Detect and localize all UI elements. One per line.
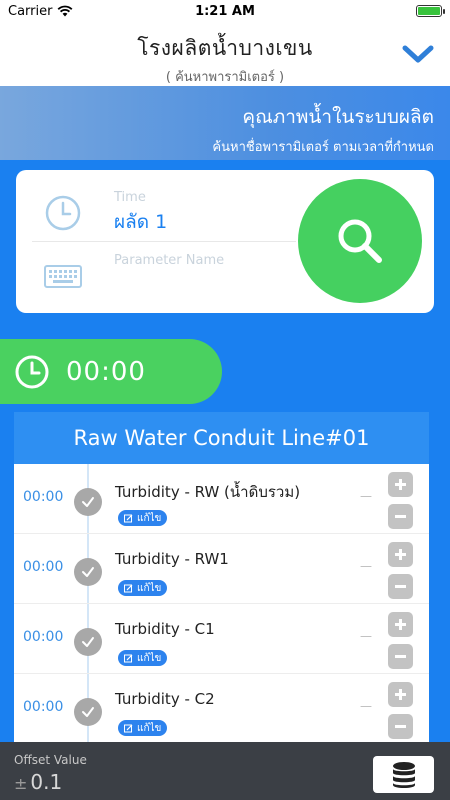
section-subtitle: ค้นหาชื่อพารามิเตอร์ ตามเวลาที่กำหนด: [212, 140, 434, 155]
item-value: —: [360, 629, 372, 643]
minus-icon: [395, 585, 406, 588]
edit-label: แก้ไข: [137, 722, 162, 734]
chevron-down-icon[interactable]: [400, 38, 436, 70]
item-value: —: [360, 559, 372, 573]
carrier-label: Carrier: [8, 3, 53, 19]
edit-button[interactable]: แก้ไข: [118, 650, 168, 666]
plus-icon: [395, 549, 406, 560]
edit-label: แก้ไข: [137, 512, 162, 524]
search-button[interactable]: [298, 179, 422, 303]
wifi-icon: [58, 5, 73, 17]
time-selector[interactable]: 00:00: [0, 339, 222, 404]
parameter-list-card: Raw Water Conduit Line#01 00:00 Turbidit…: [14, 412, 429, 752]
plus-icon: [395, 619, 406, 630]
check-icon: [74, 698, 102, 726]
check-icon: [74, 558, 102, 586]
page-title: โรงผลิตน้ำบางเขน: [137, 36, 313, 60]
database-icon: [392, 761, 415, 788]
clock-icon: [15, 355, 49, 388]
edit-button[interactable]: แก้ไข: [118, 580, 168, 596]
offset-value-field[interactable]: ± 0.1: [14, 770, 62, 794]
increment-button[interactable]: [388, 612, 413, 637]
item-name: Turbidity - C2: [115, 690, 215, 708]
keyboard-icon: [44, 265, 82, 288]
plus-icon: [395, 479, 406, 490]
check-icon: [74, 628, 102, 656]
increment-button[interactable]: [388, 542, 413, 567]
plus-minus-sign: ±: [14, 774, 28, 793]
item-time: 00:00: [23, 699, 64, 715]
list-item[interactable]: 00:00 Turbidity - C1 แก้ไข —: [14, 604, 429, 674]
battery-fill: [418, 7, 440, 15]
minus-icon: [395, 655, 406, 658]
minus-icon: [395, 725, 406, 728]
list-item[interactable]: 00:00 Turbidity - C2 แก้ไข —: [14, 674, 429, 744]
edit-button[interactable]: แก้ไข: [118, 510, 168, 526]
bottom-bar: Offset Value ± 0.1: [0, 742, 450, 800]
section-band: คุณภาพน้ำในระบบผลิต ค้นหาชื่อพารามิเตอร์…: [0, 86, 450, 160]
parameter-field[interactable]: Parameter Name: [32, 245, 296, 305]
item-name: Turbidity - RW (น้ำดิบรวม): [115, 483, 301, 501]
item-value: —: [360, 489, 372, 503]
list-item[interactable]: 00:00 Turbidity - RW1 แก้ไข —: [14, 534, 429, 604]
item-time: 00:00: [23, 489, 64, 505]
time-value: ผลัด 1: [114, 211, 168, 233]
offset-value: 0.1: [30, 770, 63, 794]
edit-icon: [124, 654, 133, 662]
decrement-button[interactable]: [388, 504, 413, 529]
offset-label: Offset Value: [14, 753, 87, 767]
item-time: 00:00: [23, 629, 64, 645]
decrement-button[interactable]: [388, 574, 413, 599]
increment-button[interactable]: [388, 472, 413, 497]
edit-label: แก้ไข: [137, 582, 162, 594]
minus-icon: [395, 515, 406, 518]
search-card: Time ผลัด 1 Parameter Name: [16, 170, 434, 313]
increment-button[interactable]: [388, 682, 413, 707]
item-name: Turbidity - C1: [115, 620, 215, 638]
status-bar: Carrier 1:21 AM: [0, 0, 450, 22]
list-item[interactable]: 00:00 Turbidity - RW (น้ำดิบรวม) แก้ไข —: [14, 464, 429, 534]
check-icon: [74, 488, 102, 516]
item-name: Turbidity - RW1: [115, 550, 229, 568]
edit-button[interactable]: แก้ไข: [118, 720, 168, 736]
time-label: Time: [114, 190, 146, 205]
decrement-button[interactable]: [388, 644, 413, 669]
status-left: Carrier: [8, 4, 73, 19]
list-header: Raw Water Conduit Line#01: [14, 412, 429, 464]
page-subtitle: ( ค้นหาพารามิเตอร์ ): [165, 70, 285, 85]
item-time: 00:00: [23, 559, 64, 575]
search-icon: [338, 219, 382, 263]
time-field[interactable]: Time ผลัด 1: [32, 182, 296, 242]
edit-icon: [124, 724, 133, 732]
battery-icon: [416, 5, 445, 17]
edit-icon: [124, 514, 133, 522]
clock-icon: [45, 195, 81, 231]
item-value: —: [360, 699, 372, 713]
nav-header: โรงผลิตน้ำบางเขน ( ค้นหาพารามิเตอร์ ): [0, 22, 450, 86]
database-button[interactable]: [373, 756, 434, 793]
section-title: คุณภาพน้ำในระบบผลิต: [242, 106, 434, 128]
edit-icon: [124, 584, 133, 592]
time-selector-value: 00:00: [66, 356, 146, 387]
decrement-button[interactable]: [388, 714, 413, 739]
parameter-name-input[interactable]: Parameter Name: [114, 253, 224, 268]
edit-label: แก้ไข: [137, 652, 162, 664]
plus-icon: [395, 689, 406, 700]
